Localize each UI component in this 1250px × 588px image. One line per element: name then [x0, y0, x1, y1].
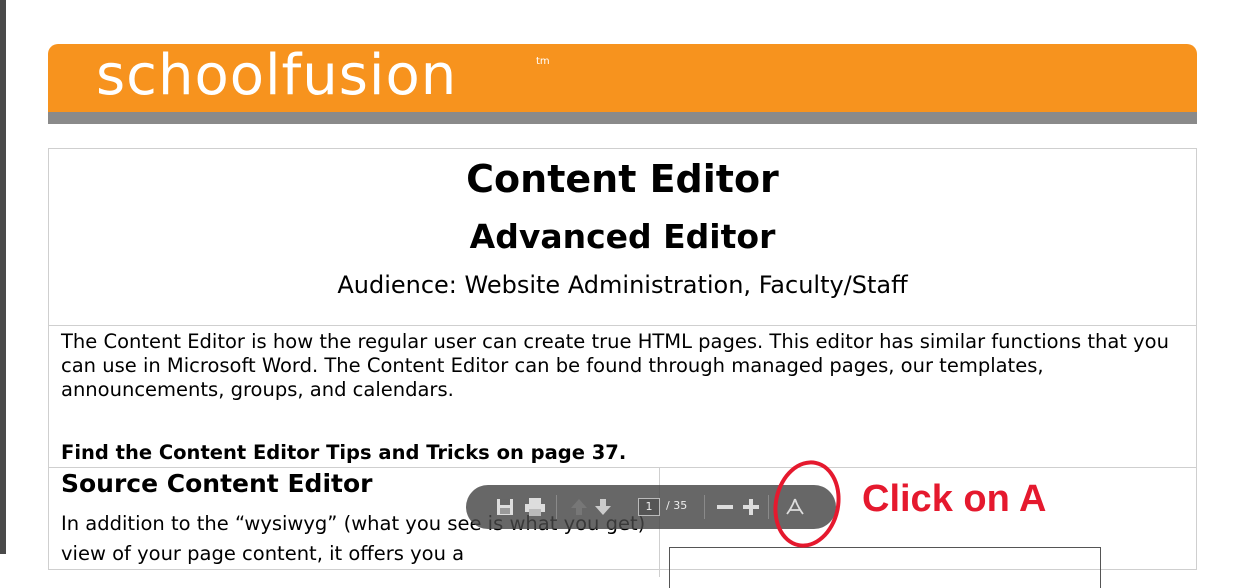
page-subtitle: Advanced Editor	[469, 217, 776, 256]
trademark-mark: tm	[536, 56, 550, 67]
tips-line: Find the Content Editor Tips and Tricks …	[61, 441, 627, 464]
print-icon[interactable]	[524, 497, 546, 517]
section-title: Source Content Editor	[61, 469, 373, 498]
left-border	[0, 0, 6, 554]
page-down-icon[interactable]	[594, 497, 612, 517]
banner-underline	[48, 112, 1197, 124]
page-number-input[interactable]: 1	[638, 498, 660, 516]
zoom-in-icon[interactable]	[742, 497, 760, 517]
page-up-icon[interactable]	[570, 497, 588, 517]
section-divider	[49, 467, 1196, 468]
title-section: Content Editor Advanced Editor Audience:…	[49, 149, 1196, 326]
toolbar-separator	[704, 495, 705, 519]
zoom-out-icon[interactable]	[716, 497, 734, 517]
page-title: Content Editor	[466, 157, 779, 201]
audience-line: Audience: Website Administration, Facult…	[337, 271, 908, 299]
annotation-click-label: Click on A	[862, 478, 1047, 520]
page-total: / 35	[666, 499, 688, 512]
save-icon[interactable]	[496, 497, 514, 517]
screenshot-frame	[669, 547, 1101, 588]
header-banner: schoolfusion tm	[48, 44, 1197, 112]
schoolfusion-logo: schoolfusion	[96, 44, 458, 108]
toolbar-separator	[768, 495, 769, 519]
toolbar-separator	[556, 495, 557, 519]
intro-paragraph: The Content Editor is how the regular us…	[61, 330, 1169, 401]
